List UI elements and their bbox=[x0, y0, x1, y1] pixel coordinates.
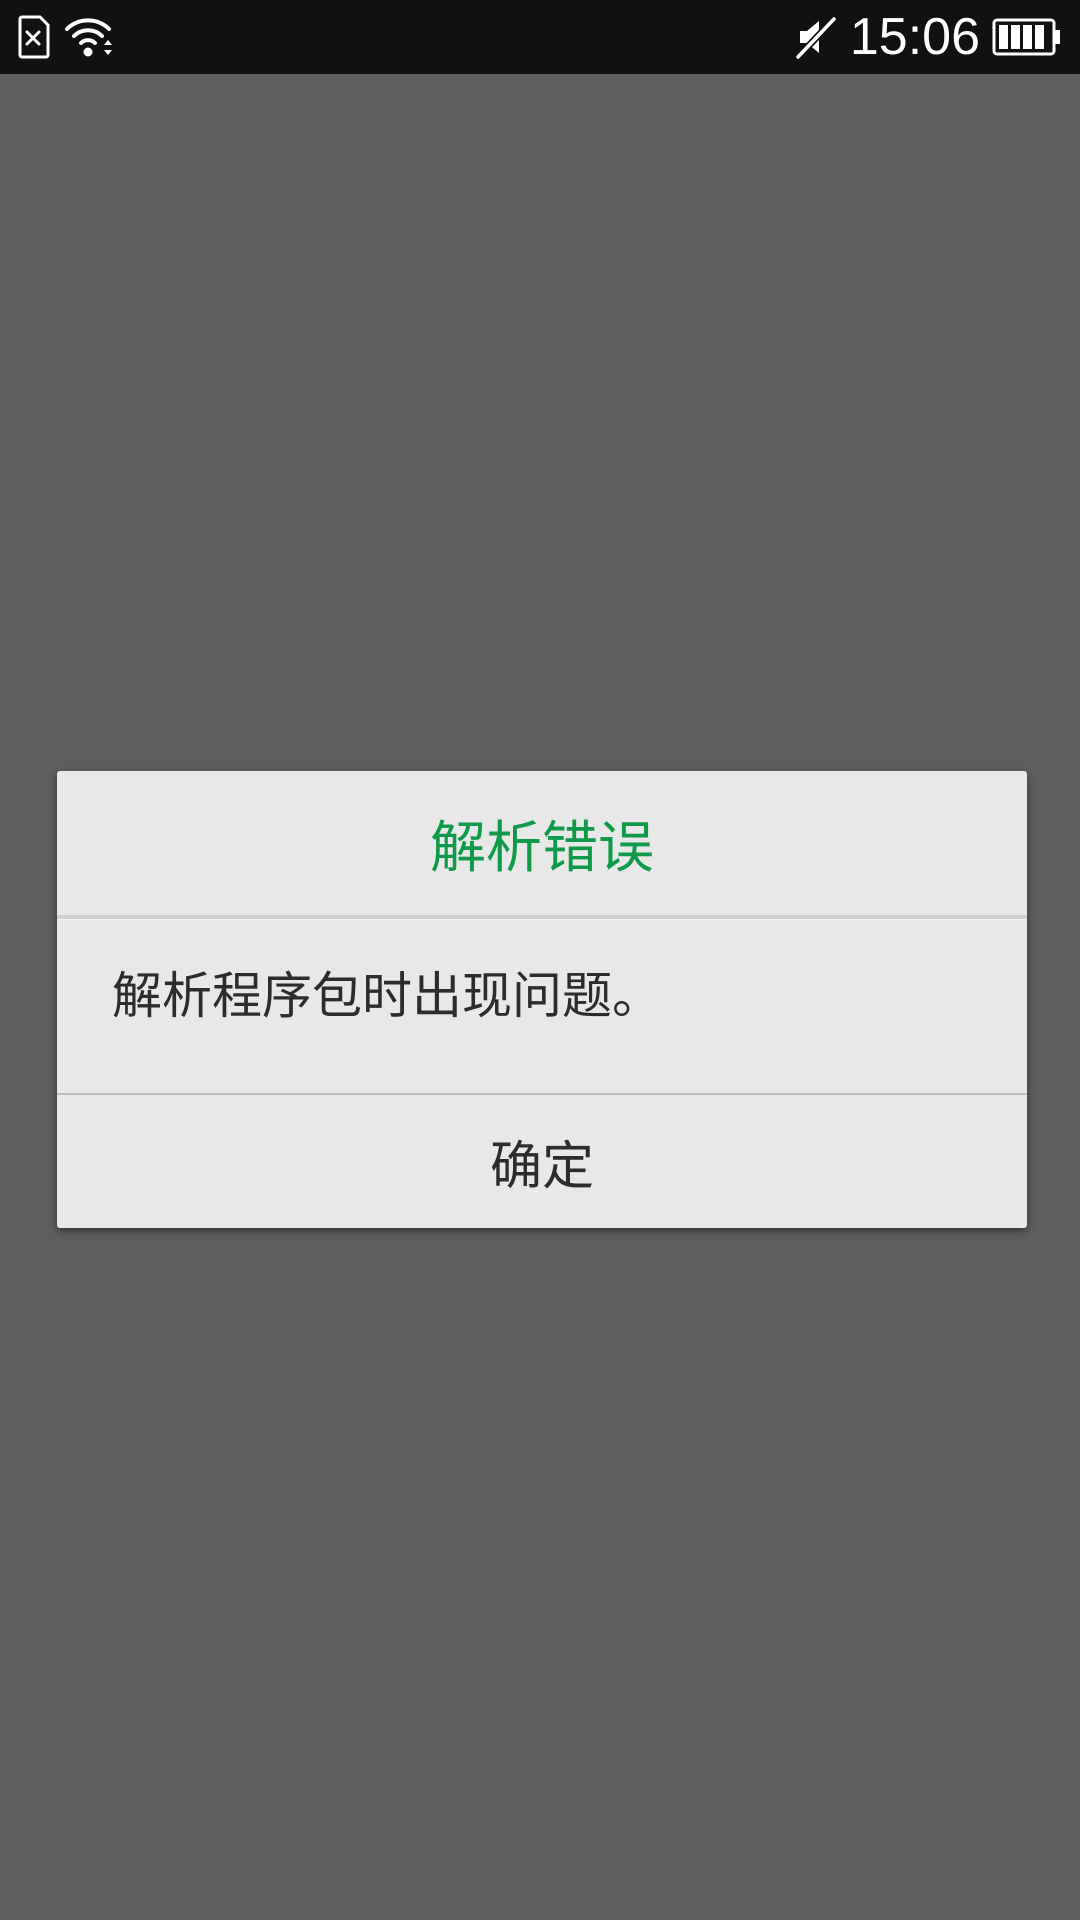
wifi-icon bbox=[64, 15, 114, 59]
status-bar-right: 15:06 bbox=[794, 8, 1062, 66]
ok-button[interactable]: 确定 bbox=[57, 1095, 1027, 1228]
status-clock: 15:06 bbox=[849, 8, 980, 66]
status-bar-left bbox=[16, 12, 114, 62]
dialog-title: 解析错误 bbox=[430, 815, 654, 881]
status-bar: 15:06 bbox=[0, 0, 1080, 74]
title-divider bbox=[57, 915, 1027, 920]
screen: 15:06 解析错误 解析程序包时出现问题。 确定 bbox=[0, 0, 1080, 1920]
dialog-message: 解析程序包时出现问题。 bbox=[112, 967, 662, 1025]
sim-card-missing-icon bbox=[16, 15, 50, 59]
battery-icon bbox=[992, 17, 1062, 57]
parse-error-dialog: 解析错误 解析程序包时出现问题。 确定 bbox=[57, 771, 1027, 1228]
mute-icon bbox=[794, 15, 838, 59]
